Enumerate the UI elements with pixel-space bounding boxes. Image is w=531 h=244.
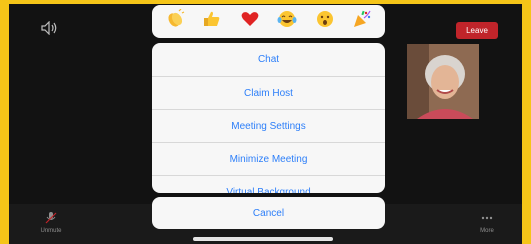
more-dots-icon [467,212,507,224]
reactions-bar [152,5,385,38]
unmute-label: Unmute [40,228,62,234]
more-label: More [480,228,494,234]
thumbs-up-icon [202,9,222,34]
menu-item-minimize-meeting[interactable]: Minimize Meeting [152,143,385,176]
microphone-muted-icon [31,212,71,224]
reaction-laugh[interactable] [276,11,298,33]
menu-item-meeting-settings[interactable]: Meeting Settings [152,110,385,143]
reaction-surprised[interactable] [314,11,336,33]
surprised-face-icon [315,9,335,34]
leave-button[interactable]: Leave [456,22,498,39]
home-indicator[interactable] [193,237,333,241]
reaction-thumbs-up[interactable] [201,11,223,33]
unmute-button[interactable]: Unmute [31,212,71,234]
reaction-heart[interactable] [239,11,261,33]
more-button[interactable]: More [467,212,507,234]
reaction-clap[interactable] [164,8,186,34]
menu-item-claim-host[interactable]: Claim Host [152,77,385,110]
red-heart-icon [240,9,260,34]
menu-item-chat[interactable]: Chat [152,43,385,77]
more-options-menu: Chat Claim Host Meeting Settings Minimiz… [152,43,385,193]
party-popper-icon [352,9,372,34]
menu-item-virtual-background[interactable]: Virtual Background [152,176,385,194]
cancel-button[interactable]: Cancel [152,197,385,229]
clapping-hands-icon [165,8,185,34]
participant-video-thumbnail[interactable] [407,44,479,119]
reaction-party[interactable] [351,9,373,34]
speaker-icon[interactable] [41,20,59,36]
tears-of-joy-icon [277,9,297,34]
